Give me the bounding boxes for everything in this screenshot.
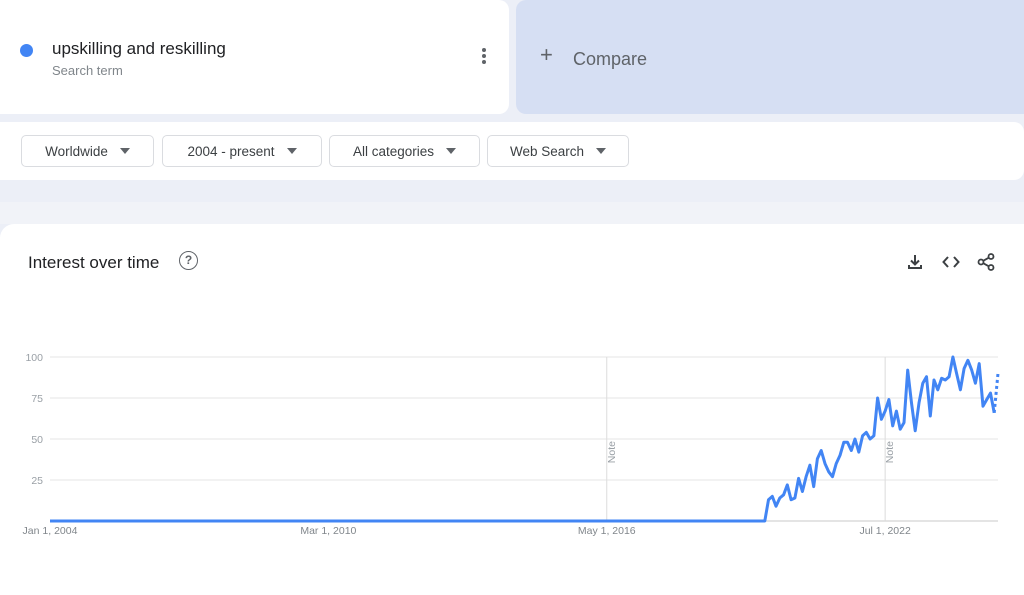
filter-time-range[interactable]: 2004 - present <box>162 135 322 167</box>
compare-label: Compare <box>573 49 648 69</box>
compare-button[interactable]: + Compare <box>516 0 1024 114</box>
search-term-subtitle: Search term <box>52 63 123 78</box>
caret-down-icon <box>446 148 457 154</box>
filter-region-label: Worldwide <box>45 143 108 159</box>
filter-bar: Worldwide 2004 - present All categories … <box>0 122 1024 180</box>
filter-category-label: All categories <box>352 143 435 159</box>
more-options-icon[interactable] <box>478 48 490 68</box>
caret-down-icon <box>119 148 130 154</box>
plus-icon: + <box>540 42 553 67</box>
x-tick-label: May 1, 2016 <box>578 525 636 537</box>
caret-down-icon <box>596 148 607 154</box>
divider-band <box>0 180 1024 202</box>
x-tick-label: Jan 1, 2004 <box>23 525 78 537</box>
filter-search-type-label: Web Search <box>509 143 585 159</box>
note-label: Note <box>884 441 896 463</box>
y-tick-label: 75 <box>31 393 43 405</box>
x-tick-label: Jul 1, 2022 <box>859 525 911 537</box>
line-chart: 25 50 75 100 Note Note Jan 1, 2004 Mar 1, 201… <box>23 352 1000 537</box>
series-color-dot <box>20 44 33 57</box>
x-tick-label: Mar 1, 2010 <box>300 525 356 537</box>
note-label: Note <box>606 441 618 463</box>
filter-region[interactable]: Worldwide <box>21 135 154 167</box>
interest-over-time-card: Interest over time ? 25 50 75 100 Note Note … <box>0 224 1024 595</box>
y-tick-label: 25 <box>31 475 43 487</box>
partial-data-line <box>992 373 1000 413</box>
filter-search-type[interactable]: Web Search <box>487 135 629 167</box>
search-term-name[interactable]: upskilling and reskilling <box>52 39 226 59</box>
filter-time-label: 2004 - present <box>187 143 275 159</box>
filter-category[interactable]: All categories <box>329 135 480 167</box>
caret-down-icon <box>286 148 297 154</box>
divider-band <box>0 202 1024 224</box>
y-tick-label: 50 <box>31 434 43 446</box>
search-term-card: upskilling and reskilling Search term <box>0 0 509 114</box>
y-tick-label: 100 <box>25 352 43 364</box>
